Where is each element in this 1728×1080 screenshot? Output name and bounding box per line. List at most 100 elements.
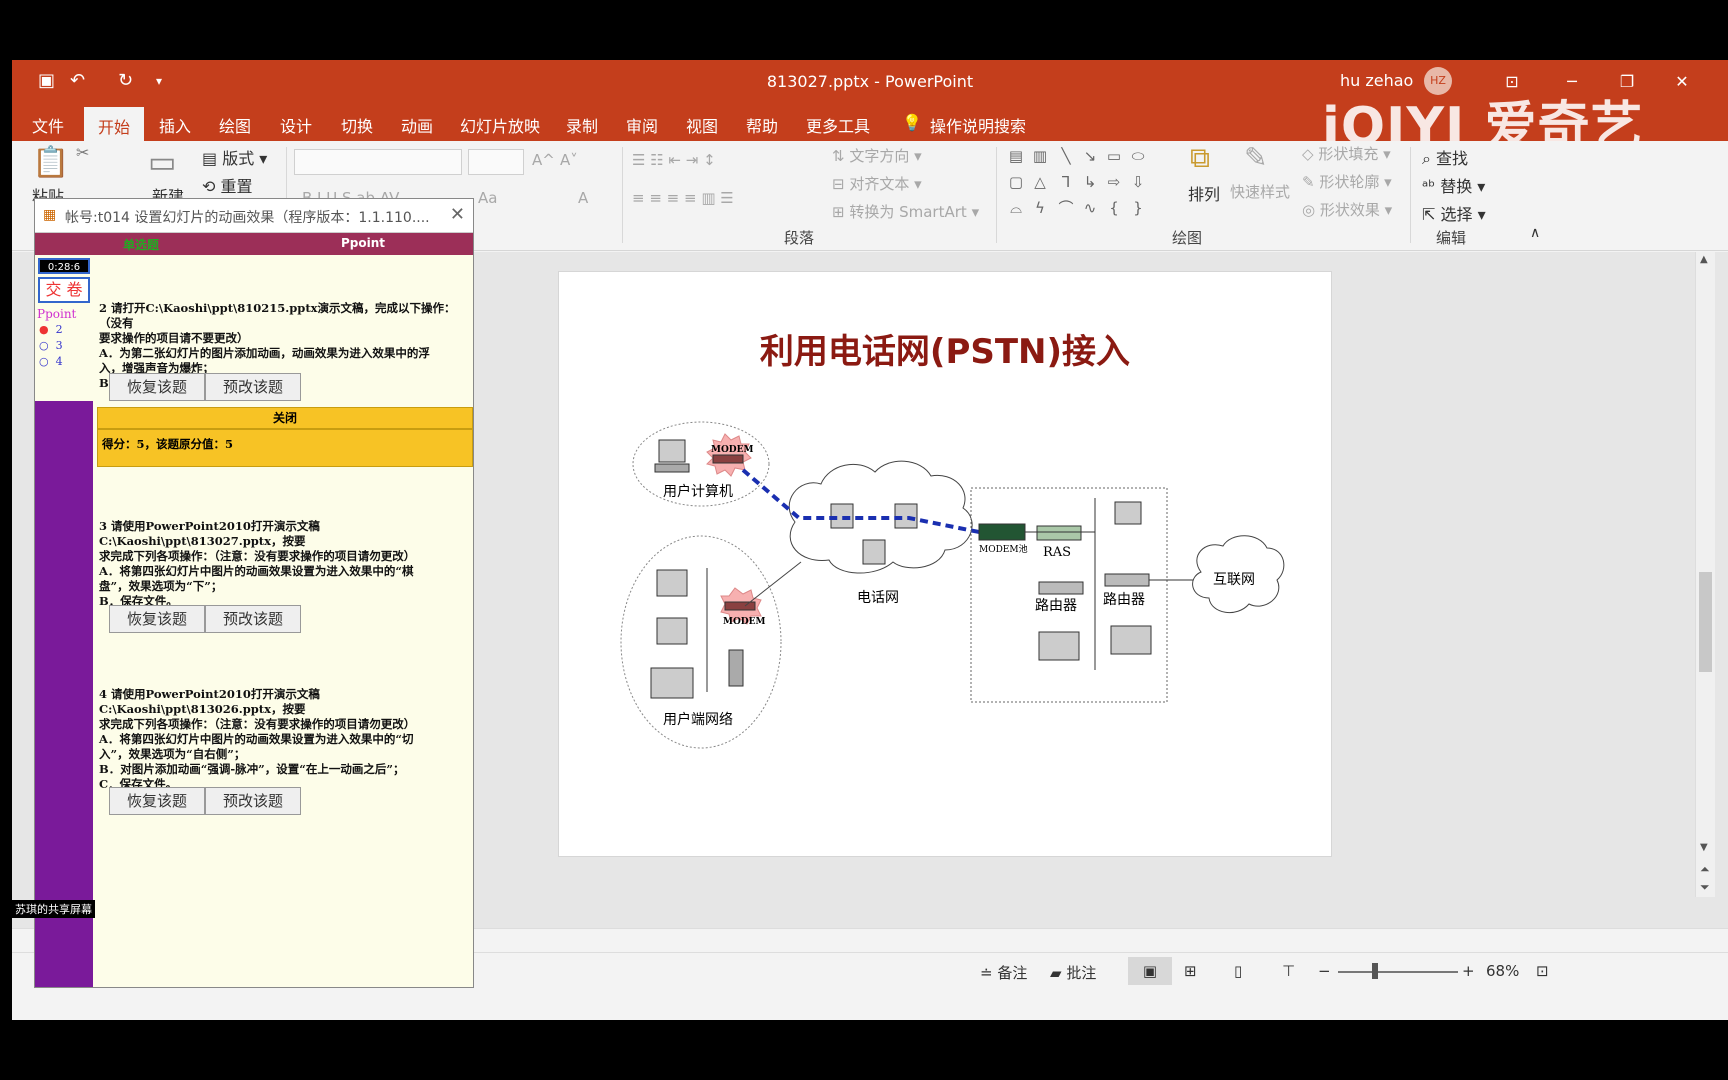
arrange-button[interactable]: 排列	[1188, 181, 1220, 205]
layout-button[interactable]: ▤ 版式 ▾	[202, 145, 267, 169]
zoom-level[interactable]: 68%	[1486, 962, 1519, 980]
align-icons[interactable]: ≡ ≡ ≡ ≡ ▥ ☰	[632, 189, 734, 207]
freeform-shape-icon[interactable]: ⌓	[1006, 199, 1026, 217]
collapse-ribbon-icon[interactable]: ∧	[1530, 225, 1540, 241]
line-shape-icon[interactable]: ╲	[1056, 147, 1076, 165]
arrow-line-shape-icon[interactable]: ↘	[1080, 147, 1100, 165]
notes-button[interactable]: ≐ 备注	[980, 962, 1027, 983]
close-score-button[interactable]: 关闭	[97, 407, 473, 429]
align-text-button[interactable]: ⊟ 对齐文本 ▾	[832, 173, 922, 194]
elbow-connector-shape-icon[interactable]: ↳	[1080, 173, 1100, 191]
find-button[interactable]: ⌕ 查找	[1422, 145, 1468, 169]
zoom-slider-thumb[interactable]	[1372, 963, 1378, 979]
tab-file[interactable]: 文件	[32, 111, 64, 139]
slide-canvas[interactable]: 利用电话网(PSTN)接入 MODEM 用户计算机 电话网 MODEM池 RAS…	[558, 271, 1332, 857]
tab-slideshow[interactable]: 幻灯片放映	[460, 111, 540, 139]
tell-me-search[interactable]: 操作说明搜索	[930, 111, 1026, 139]
preview-question-4-button[interactable]: 预改该题	[205, 787, 301, 815]
slide-sorter-icon[interactable]: ⊞	[1184, 962, 1197, 980]
tab-insert[interactable]: 插入	[159, 111, 191, 139]
scroll-down-icon[interactable]: ▼	[1700, 842, 1708, 853]
exam-window: ▦ 帐号:t014 设置幻灯片的动画效果（程序版本：1.1.110.... ✕ …	[34, 198, 474, 988]
triangle-shape-icon[interactable]: △	[1030, 173, 1050, 191]
replace-button[interactable]: ᵃᵇ 替换 ▾	[1422, 173, 1485, 197]
submit-exam-button[interactable]: 交 卷	[38, 277, 90, 303]
shape-outline-button[interactable]: ✎ 形状轮廓 ▾	[1302, 171, 1392, 192]
modem-device-icon	[712, 454, 744, 464]
comments-button[interactable]: ▰ 批注	[1050, 962, 1096, 983]
select-button[interactable]: ⇱ 选择 ▾	[1422, 201, 1486, 225]
shrink-font-icon[interactable]: A˅	[560, 151, 578, 169]
preview-question-2-button[interactable]: 预改该题	[205, 373, 301, 401]
shape-fill-button[interactable]: ◇ 形状填充 ▾	[1302, 143, 1391, 164]
right-arrow-shape-icon[interactable]: ⇨	[1104, 173, 1124, 191]
zoom-out-icon[interactable]: −	[1318, 962, 1331, 980]
next-slide-icon[interactable]: ⏷	[1700, 880, 1710, 895]
question-nav-number: 3	[55, 339, 63, 352]
vertical-textbox-shape-icon[interactable]: ▥	[1030, 147, 1050, 165]
restore-question-2-button[interactable]: 恢复该题	[109, 373, 205, 401]
question-nav-3[interactable]: ○ 3	[39, 339, 63, 352]
exam-close-icon[interactable]: ✕	[450, 204, 465, 225]
question-line: A．为第二张幻灯片的图片添加动画，动画效果为进入效果中的浮	[99, 346, 430, 360]
previous-slide-icon[interactable]: ⏶	[1700, 862, 1710, 877]
reading-view-icon[interactable]: ▯	[1234, 962, 1242, 980]
tab-design[interactable]: 设计	[280, 111, 312, 139]
rounded-rect-shape-icon[interactable]: ▢	[1006, 173, 1026, 191]
close-icon[interactable]: ✕	[1667, 68, 1697, 96]
question-nav-2[interactable]: ● 2	[39, 323, 63, 336]
down-arrow-shape-icon[interactable]: ⇩	[1128, 173, 1148, 191]
question-nav-4[interactable]: ○ 4	[39, 355, 63, 368]
right-brace-shape-icon[interactable]: }	[1128, 199, 1148, 217]
font-color-icon[interactable]: A	[578, 189, 588, 207]
normal-view-icon[interactable]: ▣	[1128, 957, 1172, 985]
lightning-shape-icon[interactable]: ϟ	[1030, 199, 1050, 217]
oval-shape-icon[interactable]: ⬭	[1128, 147, 1148, 165]
user-pc-monitor-icon	[658, 439, 686, 463]
font-family-combo[interactable]	[294, 149, 462, 175]
cut-icon[interactable]: ✂	[76, 143, 89, 162]
tab-animations[interactable]: 动画	[401, 111, 433, 139]
tab-home[interactable]: 开始	[84, 107, 145, 141]
scroll-up-icon[interactable]: ▲	[1700, 254, 1708, 265]
network-diagram[interactable]: MODEM 用户计算机 电话网 MODEM池 RAS 路由器 路由器 互联网 M…	[559, 272, 1333, 858]
zoom-slider[interactable]	[1338, 971, 1458, 973]
tab-transitions[interactable]: 切换	[341, 111, 373, 139]
preview-question-3-button[interactable]: 预改该题	[205, 605, 301, 633]
paste-icon[interactable]: 📋	[32, 145, 69, 180]
tab-more-tools[interactable]: 更多工具	[806, 111, 870, 139]
question-nav-number: 4	[55, 355, 63, 368]
curve-shape-icon[interactable]: ∿	[1080, 199, 1100, 217]
question-3-text: 3 请使用PowerPoint2010打开演示文稿C:\Kaoshi\ppt\8…	[99, 519, 469, 609]
fit-to-window-icon[interactable]: ⊡	[1536, 962, 1549, 980]
arrange-icon[interactable]: ⧉	[1190, 141, 1210, 175]
slideshow-icon[interactable]: ⊤	[1282, 962, 1295, 980]
font-size-combo[interactable]	[468, 149, 524, 175]
tab-view[interactable]: 视图	[686, 111, 718, 139]
vertical-scrollbar[interactable]: ▲ ▼ ⏶ ⏷	[1695, 252, 1715, 897]
rectangle-shape-icon[interactable]: ▭	[1104, 147, 1124, 165]
arc-shape-icon[interactable]: ⌒	[1056, 199, 1076, 217]
grow-font-icon[interactable]: A^	[532, 151, 555, 169]
textbox-shape-icon[interactable]: ▤	[1006, 147, 1026, 165]
zoom-in-icon[interactable]: +	[1462, 962, 1475, 980]
reset-button[interactable]: ⟲ 重置	[202, 173, 253, 197]
shape-effects-button[interactable]: ◎ 形状效果 ▾	[1302, 199, 1392, 220]
connector-shape-icon[interactable]: ⅂	[1056, 173, 1076, 191]
restore-question-3-button[interactable]: 恢复该题	[109, 605, 205, 633]
text-direction-button[interactable]: ⇅ 文字方向 ▾	[832, 145, 922, 166]
quick-styles-button[interactable]: 快速样式	[1230, 181, 1290, 202]
new-slide-icon[interactable]: ▭	[148, 145, 176, 180]
layout-icon: ▤	[202, 149, 223, 168]
bullets-icon[interactable]: ☰ ☷ ⇤ ⇥ ↕	[632, 151, 716, 169]
tab-review[interactable]: 审阅	[626, 111, 658, 139]
left-brace-shape-icon[interactable]: {	[1104, 199, 1124, 217]
restore-question-4-button[interactable]: 恢复该题	[109, 787, 205, 815]
tab-help[interactable]: 帮助	[746, 111, 778, 139]
smartart-button[interactable]: ⊞ 转换为 SmartArt ▾	[832, 201, 979, 222]
quick-styles-icon[interactable]: ✎	[1244, 141, 1267, 174]
change-case-icon[interactable]: Aa	[478, 189, 497, 207]
tab-record[interactable]: 录制	[566, 111, 598, 139]
scrollbar-thumb[interactable]	[1699, 572, 1712, 672]
tab-draw[interactable]: 绘图	[219, 111, 251, 139]
